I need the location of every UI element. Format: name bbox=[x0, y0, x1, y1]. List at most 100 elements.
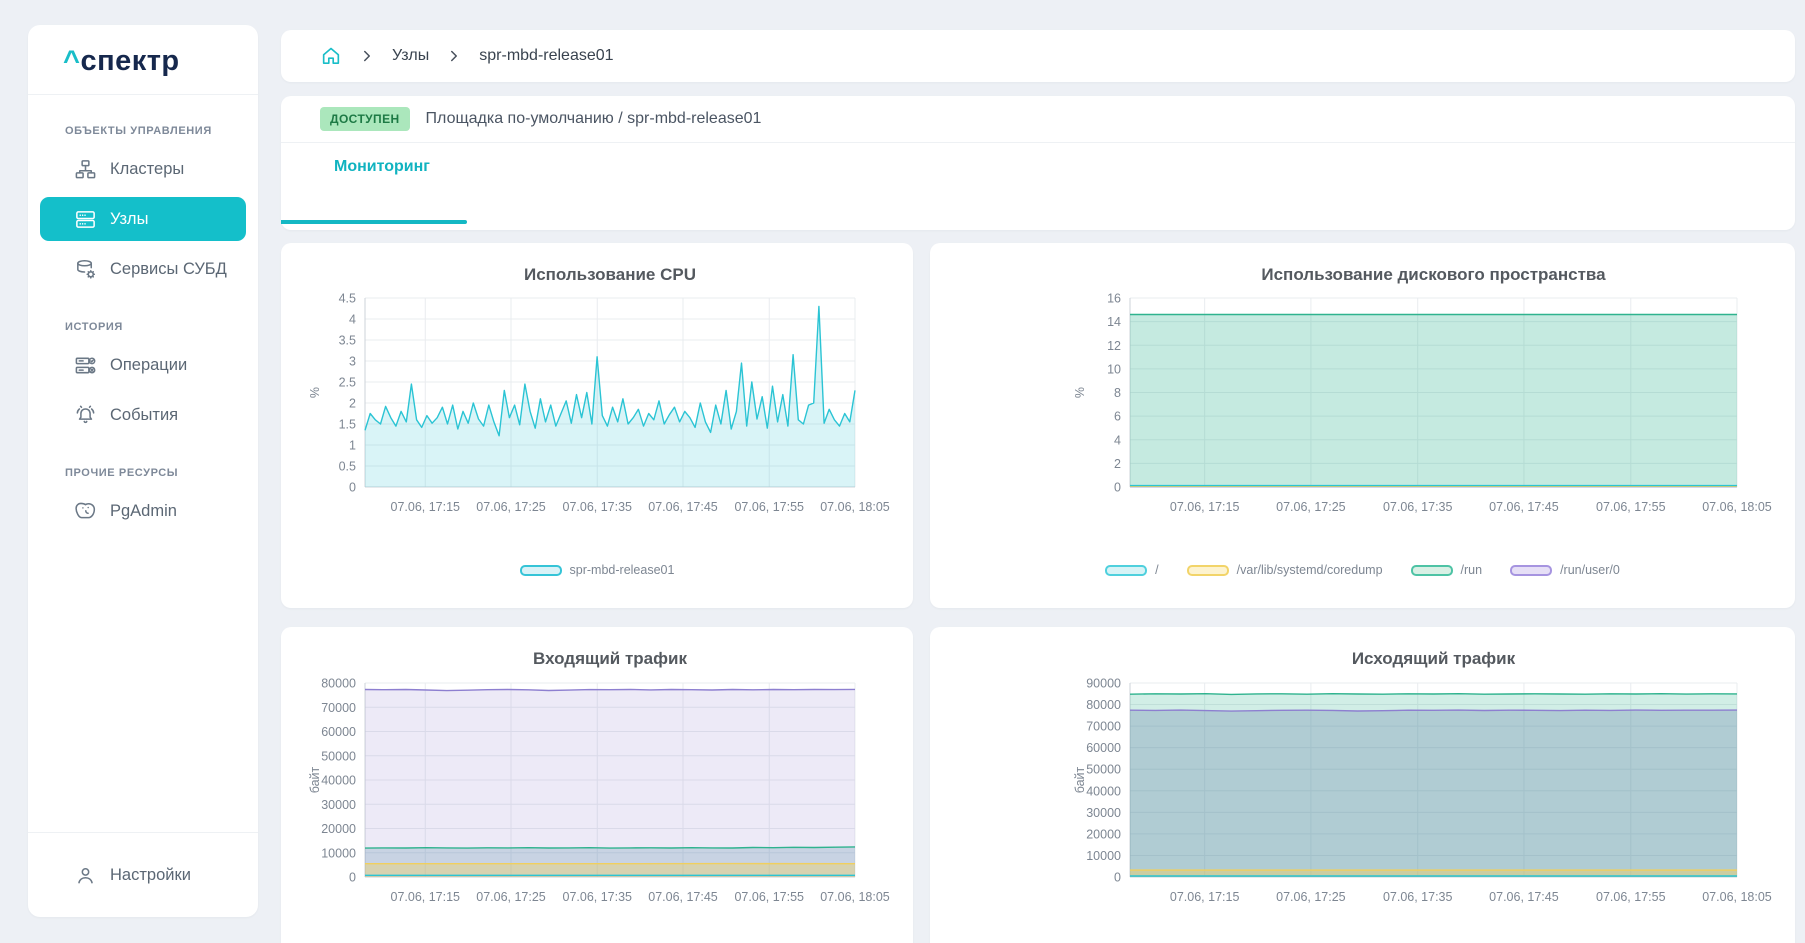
cpu-usage-chart: 07.06, 17:1507.06, 17:2507.06, 17:3507.0… bbox=[281, 243, 913, 608]
svg-text:2: 2 bbox=[349, 397, 356, 411]
svg-text:60000: 60000 bbox=[321, 725, 356, 739]
svg-text:1: 1 bbox=[349, 439, 356, 453]
sidebar-item-nodes[interactable]: Узлы bbox=[40, 197, 246, 241]
logo-text: спектр bbox=[80, 45, 179, 77]
disk-usage-card: Использование дискового пространства 07.… bbox=[930, 243, 1795, 608]
legend-item[interactable]: /var/lib/systemd/coredump bbox=[1187, 563, 1383, 577]
breadcrumb: Узлы spr-mbd-release01 bbox=[281, 30, 1795, 82]
legend-item[interactable]: /run bbox=[1411, 563, 1483, 577]
svg-text:60000: 60000 bbox=[1086, 741, 1121, 755]
svg-text:07.06, 17:35: 07.06, 17:35 bbox=[563, 500, 633, 514]
chevron-right-icon bbox=[445, 47, 463, 65]
sidebar-item-label: События bbox=[110, 406, 178, 425]
sidebar-item-db-services[interactable]: Сервисы СУБД bbox=[40, 247, 246, 291]
svg-text:90000: 90000 bbox=[1086, 677, 1121, 691]
breadcrumb-item-nodes[interactable]: Узлы bbox=[392, 47, 429, 65]
node-header-card: ДОСТУПЕН Площадка по-умолчанию / spr-mbd… bbox=[281, 96, 1795, 230]
svg-text:07.06, 17:55: 07.06, 17:55 bbox=[734, 890, 804, 904]
chart-legend: / /var/lib/systemd/coredump/run/run/user/… bbox=[930, 563, 1795, 577]
node-path: Площадка по-умолчанию / spr-mbd-release0… bbox=[426, 110, 762, 128]
svg-text:07.06, 17:55: 07.06, 17:55 bbox=[1596, 500, 1666, 514]
svg-text:%: % bbox=[308, 387, 322, 398]
outgoing-traffic-card: Исходящий трафик 07.06, 17:1507.06, 17:2… bbox=[930, 627, 1795, 943]
svg-text:3.5: 3.5 bbox=[339, 334, 356, 348]
svg-text:30000: 30000 bbox=[321, 798, 356, 812]
svg-text:40000: 40000 bbox=[1086, 784, 1121, 798]
home-icon[interactable] bbox=[320, 45, 342, 67]
disk-usage-chart: 07.06, 17:1507.06, 17:2507.06, 17:3507.0… bbox=[930, 243, 1795, 608]
legend-swatch bbox=[1411, 565, 1453, 576]
sidebar-item-operations[interactable]: Операции bbox=[40, 343, 246, 387]
legend-item[interactable]: / bbox=[1105, 563, 1158, 577]
chevron-right-icon bbox=[358, 47, 376, 65]
svg-text:20000: 20000 bbox=[1086, 827, 1121, 841]
logo-caret-icon: ^ bbox=[63, 45, 80, 77]
legend-label: spr-mbd-release01 bbox=[570, 563, 675, 577]
svg-text:10000: 10000 bbox=[321, 846, 356, 860]
svg-text:12: 12 bbox=[1107, 339, 1121, 353]
sidebar-item-label: PgAdmin bbox=[110, 502, 177, 521]
svg-text:07.06, 18:05: 07.06, 18:05 bbox=[820, 500, 890, 514]
operations-icon bbox=[74, 354, 97, 377]
cpu-usage-card: Использование CPU 07.06, 17:1507.06, 17:… bbox=[281, 243, 913, 608]
svg-text:07.06, 18:05: 07.06, 18:05 bbox=[1702, 890, 1772, 904]
legend-label: /run bbox=[1461, 563, 1483, 577]
tab-active-underline bbox=[281, 220, 467, 224]
svg-text:6: 6 bbox=[1114, 410, 1121, 424]
sidebar-item-label: Настройки bbox=[110, 866, 191, 885]
svg-text:07.06, 17:25: 07.06, 17:25 bbox=[476, 890, 546, 904]
tab-monitoring[interactable]: Мониторинг bbox=[334, 158, 430, 176]
svg-text:%: % bbox=[1073, 387, 1087, 398]
svg-text:07.06, 17:45: 07.06, 17:45 bbox=[1489, 890, 1559, 904]
svg-text:0: 0 bbox=[1114, 871, 1121, 885]
svg-text:07.06, 17:15: 07.06, 17:15 bbox=[1170, 890, 1240, 904]
legend-label: /run/user/0 bbox=[1560, 563, 1620, 577]
svg-text:07.06, 18:05: 07.06, 18:05 bbox=[820, 890, 890, 904]
svg-text:16: 16 bbox=[1107, 292, 1121, 306]
svg-text:0: 0 bbox=[349, 481, 356, 495]
svg-text:07.06, 18:05: 07.06, 18:05 bbox=[1702, 500, 1772, 514]
svg-text:0: 0 bbox=[349, 871, 356, 885]
svg-text:07.06, 17:45: 07.06, 17:45 bbox=[648, 500, 718, 514]
svg-text:70000: 70000 bbox=[1086, 720, 1121, 734]
sidebar-item-label: Сервисы СУБД bbox=[110, 260, 227, 279]
legend-swatch bbox=[1510, 565, 1552, 576]
pgadmin-elephant-icon bbox=[74, 500, 97, 523]
svg-text:40000: 40000 bbox=[321, 774, 356, 788]
breadcrumb-item-node-name: spr-mbd-release01 bbox=[479, 47, 613, 65]
sidebar-item-clusters[interactable]: Кластеры bbox=[40, 147, 246, 191]
svg-text:80000: 80000 bbox=[1086, 698, 1121, 712]
svg-text:10: 10 bbox=[1107, 362, 1121, 376]
legend-item[interactable]: /run/user/0 bbox=[1510, 563, 1620, 577]
sidebar-section-other-resources: ПРОЧИЕ РЕСУРСЫ bbox=[65, 467, 258, 479]
svg-text:4: 4 bbox=[1114, 433, 1121, 447]
svg-text:20000: 20000 bbox=[321, 822, 356, 836]
sidebar-section-objects: ОБЪЕКТЫ УПРАВЛЕНИЯ bbox=[65, 125, 258, 137]
svg-text:14: 14 bbox=[1107, 315, 1121, 329]
svg-text:07.06, 17:55: 07.06, 17:55 bbox=[734, 500, 804, 514]
svg-text:07.06, 17:35: 07.06, 17:35 bbox=[1383, 500, 1453, 514]
sidebar-item-pgadmin[interactable]: PgAdmin bbox=[40, 489, 246, 533]
svg-text:байт: байт bbox=[308, 766, 322, 793]
sidebar-item-settings[interactable]: Настройки bbox=[40, 853, 246, 897]
svg-text:07.06, 17:25: 07.06, 17:25 bbox=[1276, 890, 1346, 904]
sidebar-item-label: Кластеры bbox=[110, 160, 184, 179]
legend-swatch bbox=[1187, 565, 1229, 576]
svg-text:07.06, 17:55: 07.06, 17:55 bbox=[1596, 890, 1666, 904]
svg-text:07.06, 17:25: 07.06, 17:25 bbox=[476, 500, 546, 514]
outgoing-traffic-chart: 07.06, 17:1507.06, 17:2507.06, 17:3507.0… bbox=[930, 627, 1795, 943]
app-logo: ^спектр bbox=[28, 25, 258, 95]
svg-text:50000: 50000 bbox=[321, 749, 356, 763]
node-status-row: ДОСТУПЕН Площадка по-умолчанию / spr-mbd… bbox=[281, 96, 1795, 143]
svg-text:0: 0 bbox=[1114, 481, 1121, 495]
incoming-traffic-chart: 07.06, 17:1507.06, 17:2507.06, 17:3507.0… bbox=[281, 627, 913, 943]
legend-swatch bbox=[1105, 565, 1147, 576]
svg-text:2.5: 2.5 bbox=[339, 376, 356, 390]
legend-item[interactable]: spr-mbd-release01 bbox=[520, 563, 675, 577]
sidebar: ^спектр ОБЪЕКТЫ УПРАВЛЕНИЯ Кластеры Узлы… bbox=[28, 25, 258, 917]
sidebar-item-events[interactable]: События bbox=[40, 393, 246, 437]
svg-text:70000: 70000 bbox=[321, 701, 356, 715]
database-services-icon bbox=[74, 258, 97, 281]
svg-text:8: 8 bbox=[1114, 386, 1121, 400]
svg-text:07.06, 17:45: 07.06, 17:45 bbox=[648, 890, 718, 904]
